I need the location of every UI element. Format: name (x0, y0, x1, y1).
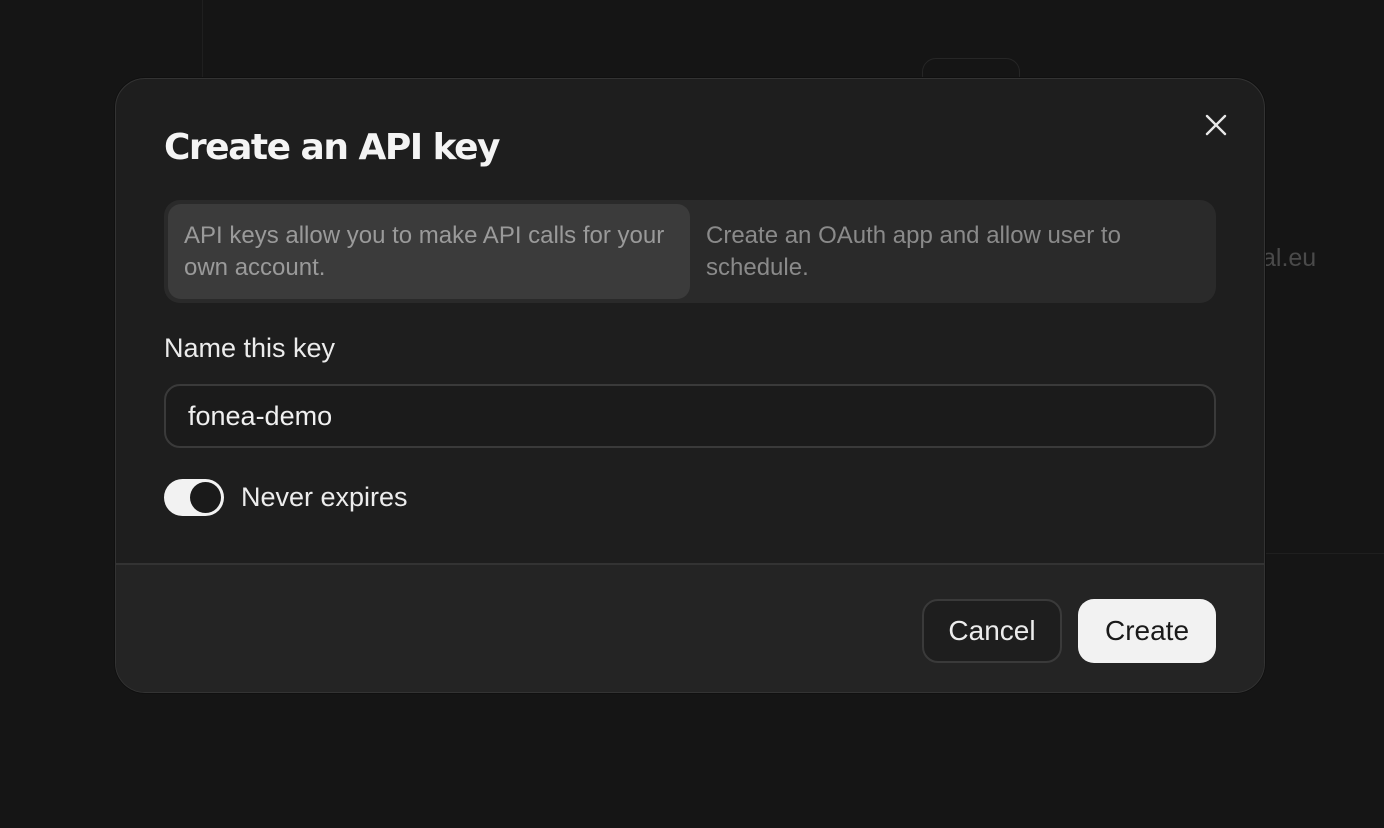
create-button[interactable]: Create (1078, 599, 1216, 663)
dialog-footer: Cancel Create (116, 563, 1264, 692)
background-email-text: al.eu (1262, 244, 1317, 272)
background-divider (202, 0, 203, 80)
option-api-key[interactable]: API keys allow you to make API calls for… (168, 204, 690, 299)
background-divider (1264, 553, 1384, 554)
key-name-label: Name this key (164, 333, 336, 363)
key-name-input[interactable] (164, 384, 1216, 448)
close-icon (1205, 114, 1227, 136)
dialog-title: Create an API key (164, 127, 501, 168)
never-expires-toggle[interactable] (164, 479, 224, 516)
close-button[interactable] (1200, 109, 1232, 141)
cancel-button[interactable]: Cancel (922, 599, 1062, 663)
key-type-selector: API keys allow you to make API calls for… (164, 200, 1216, 303)
toggle-knob (190, 482, 221, 513)
create-api-key-dialog: Create an API key API keys allow you to … (115, 78, 1265, 693)
never-expires-label: Never expires (241, 482, 408, 512)
option-oauth-app[interactable]: Create an OAuth app and allow user to sc… (690, 204, 1212, 299)
